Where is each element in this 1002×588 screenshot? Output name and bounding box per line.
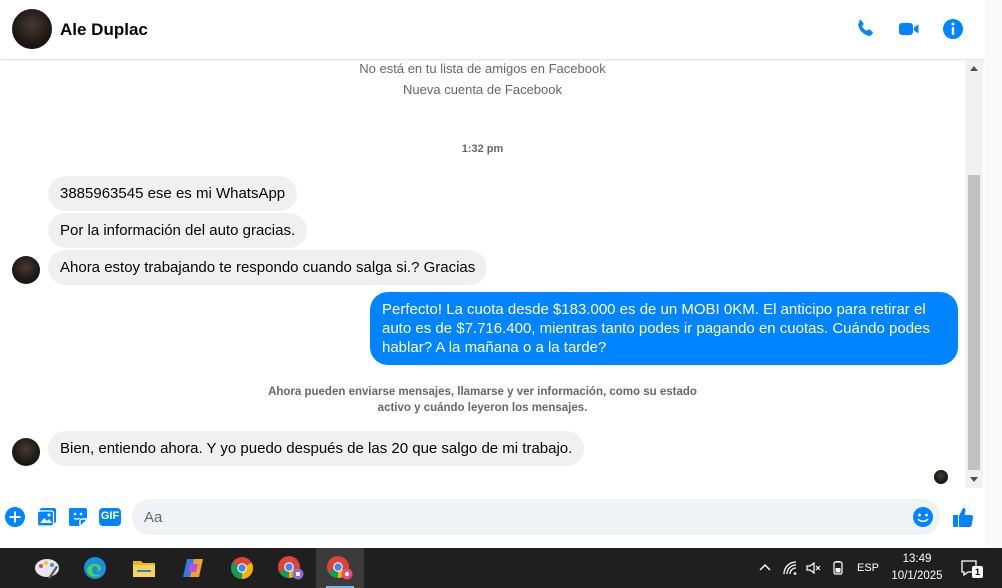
message-scrollbar[interactable] xyxy=(965,60,983,488)
phone-icon[interactable] xyxy=(853,17,877,41)
clock-date: 10/1/2025 xyxy=(891,570,943,582)
notification-icon[interactable]: 1 xyxy=(960,559,983,579)
scrollbar-thumb[interactable] xyxy=(968,175,980,470)
message-input[interactable] xyxy=(144,499,904,535)
contact-mini-avatar xyxy=(12,438,40,466)
taskbar-clock[interactable]: 13:49 10/1/2025 xyxy=(882,551,952,585)
messenger-window: Ale Duplac No está en tu lista de amigos… xyxy=(0,0,1002,548)
read-receipt-avatar xyxy=(934,470,948,484)
plus-icon[interactable] xyxy=(4,506,26,528)
notification-count: 1 xyxy=(972,566,983,578)
like-icon[interactable] xyxy=(951,505,975,529)
scroll-up-arrow[interactable] xyxy=(970,66,978,71)
chevron-up-icon[interactable] xyxy=(758,561,772,575)
chrome-app-icon[interactable] xyxy=(218,548,266,588)
outgoing-message[interactable]: Perfecto! La cuota desde $183.000 es de … xyxy=(370,292,958,365)
copilot-app-icon[interactable] xyxy=(169,548,217,588)
video-icon[interactable] xyxy=(897,17,921,41)
incoming-message[interactable]: Bien, entiendo ahora. Y yo puedo después… xyxy=(48,431,585,466)
info-icon[interactable] xyxy=(941,17,965,41)
photo-icon[interactable] xyxy=(36,506,58,528)
paint-app-icon[interactable] xyxy=(23,548,71,588)
incoming-message[interactable]: Ahora estoy trabajando te respondo cuand… xyxy=(48,250,488,285)
sticker-icon[interactable] xyxy=(67,506,89,528)
incoming-message[interactable]: 3885963545 ese es mi WhatsApp xyxy=(48,176,298,211)
language-indicator[interactable]: ESP xyxy=(857,548,879,588)
contact-name[interactable]: Ale Duplac xyxy=(60,20,148,40)
battery-icon[interactable] xyxy=(830,560,846,576)
edge-app-icon[interactable] xyxy=(71,548,119,588)
contact-avatar[interactable] xyxy=(12,9,52,49)
emoji-icon[interactable] xyxy=(912,506,934,528)
chrome-profile-active-app-icon[interactable] xyxy=(316,548,364,588)
not-friends-notice: No está en tu lista de amigos en Faceboo… xyxy=(359,61,606,76)
window-edge xyxy=(985,0,1002,548)
message-input-box xyxy=(132,499,940,535)
gif-icon[interactable]: GIF xyxy=(98,506,122,528)
chat-header: Ale Duplac xyxy=(0,0,985,60)
messaging-permission-notice-line1: Ahora pueden enviarse mensajes, llamarse… xyxy=(268,386,697,398)
speaker-muted-icon[interactable] xyxy=(805,560,821,576)
message-timestamp: 1:32 pm xyxy=(461,143,504,155)
chrome-profile-app-icon[interactable] xyxy=(267,548,315,588)
contact-mini-avatar xyxy=(12,256,40,284)
incoming-message[interactable]: Por la información del auto gracias. xyxy=(48,213,308,248)
gif-label: GIF xyxy=(100,510,120,522)
wifi-icon[interactable] xyxy=(782,560,800,576)
new-account-notice: Nueva cuenta de Facebook xyxy=(403,82,562,97)
messaging-permission-notice-line2: activo y cuándo leyeron los mensajes. xyxy=(377,402,588,414)
message-composer: GIF xyxy=(0,497,985,539)
windows-taskbar: ESP 13:49 10/1/2025 1 xyxy=(0,548,1002,588)
file-explorer-app-icon[interactable] xyxy=(120,548,168,588)
scroll-down-arrow[interactable] xyxy=(970,477,978,482)
clock-time: 13:49 xyxy=(902,553,932,565)
